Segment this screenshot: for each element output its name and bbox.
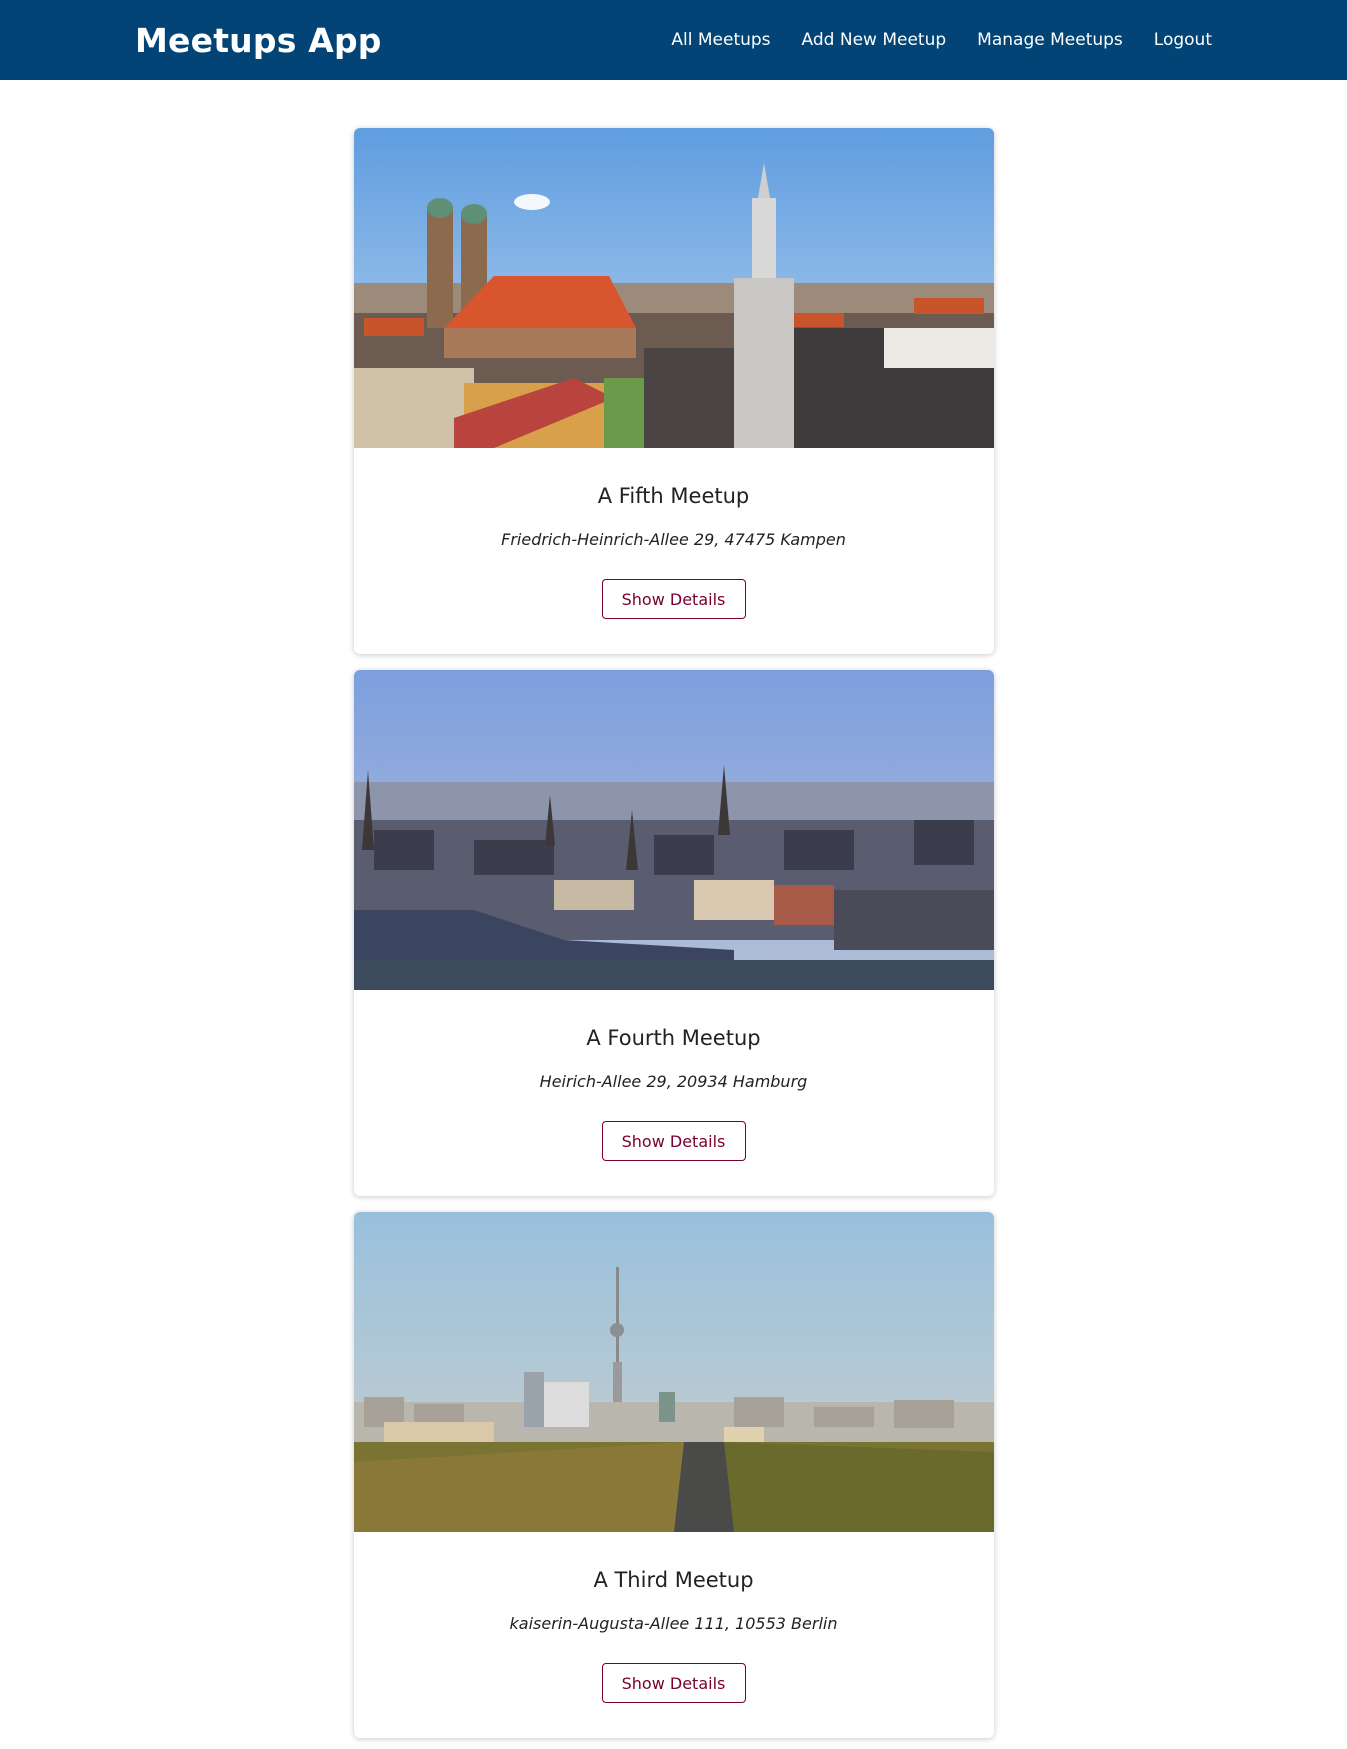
meetup-card: A Fifth Meetup Friedrich-Heinrich-Allee …	[353, 128, 994, 654]
main-nav: All Meetups Add New Meetup Manage Meetup…	[640, 30, 1212, 50]
meetup-address: Friedrich-Heinrich-Allee 29, 47475 Kampe…	[501, 530, 846, 549]
show-details-button[interactable]: Show Details	[601, 1663, 746, 1703]
meetup-image	[353, 1212, 994, 1532]
meetup-address: Heirich-Allee 29, 20934 Hamburg	[539, 1072, 808, 1091]
meetup-card: A Fourth Meetup Heirich-Allee 29, 20934 …	[353, 670, 994, 1196]
meetup-image	[353, 670, 994, 990]
show-details-button[interactable]: Show Details	[601, 1121, 746, 1161]
app-header: Meetups App All Meetups Add New Meetup M…	[0, 0, 1347, 80]
meetup-address: kaiserin-Augusta-Allee 111, 10553 Berlin	[509, 1614, 838, 1633]
meetup-title: A Fifth Meetup	[597, 484, 750, 508]
app-logo[interactable]: Meetups App	[135, 21, 382, 60]
nav-add-new-meetup[interactable]: Add New Meetup	[802, 30, 947, 50]
show-details-button[interactable]: Show Details	[601, 579, 746, 619]
meetup-list: A Fifth Meetup Friedrich-Heinrich-Allee …	[353, 128, 994, 1738]
meetup-title: A Third Meetup	[593, 1568, 754, 1592]
nav-logout[interactable]: Logout	[1154, 30, 1212, 50]
meetup-title: A Fourth Meetup	[586, 1026, 761, 1050]
meetup-image	[353, 128, 994, 448]
meetup-card: A Third Meetup kaiserin-Augusta-Allee 11…	[353, 1212, 994, 1738]
nav-all-meetups[interactable]: All Meetups	[671, 30, 770, 50]
nav-manage-meetups[interactable]: Manage Meetups	[977, 30, 1123, 50]
